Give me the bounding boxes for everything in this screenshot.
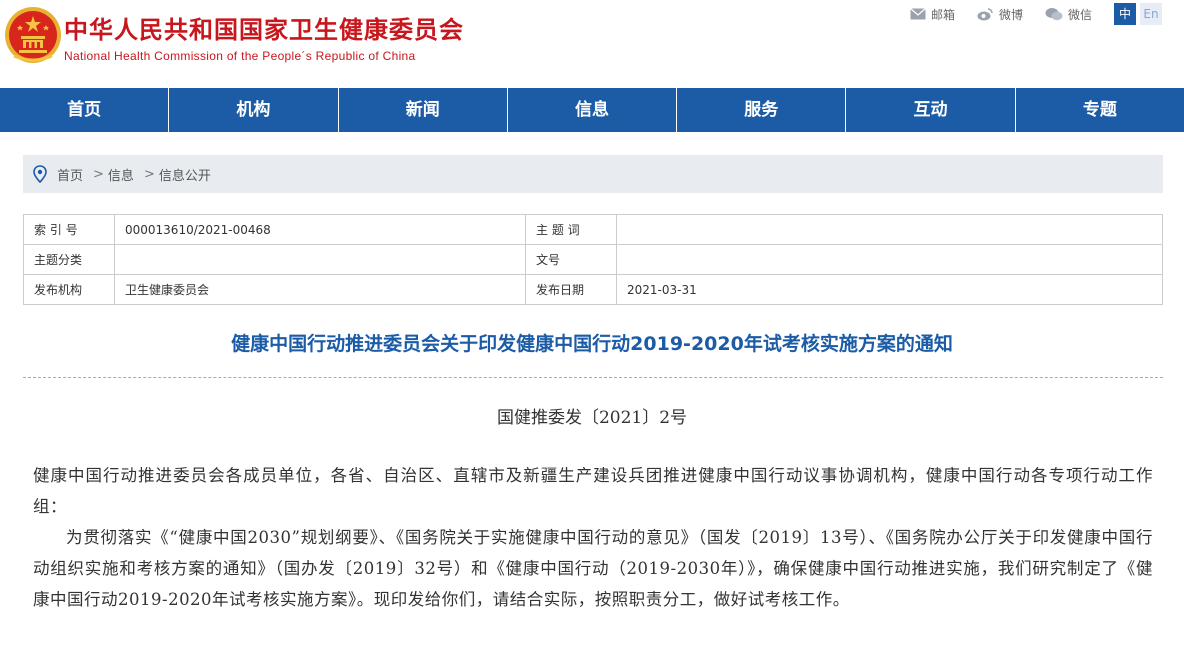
nav-item-interaction[interactable]: 互动 <box>846 88 1016 132</box>
nav-item-information[interactable]: 信息 <box>508 88 678 132</box>
breadcrumb-separator: > <box>143 166 155 182</box>
table-row: 主题分类 文号 <box>23 244 1163 275</box>
category-value <box>114 244 526 275</box>
weibo-icon <box>977 8 993 21</box>
index-label: 索 引 号 <box>23 214 115 245</box>
mail-label: 邮箱 <box>930 7 955 22</box>
wechat-icon <box>1045 8 1063 21</box>
doc-no-label: 文号 <box>525 244 617 275</box>
breadcrumb-disclosure[interactable]: 信息公开 <box>159 165 211 184</box>
lang-zh-button[interactable]: 中 <box>1114 3 1136 25</box>
nav-item-news[interactable]: 新闻 <box>339 88 508 132</box>
document-number: 国健推委发〔2021〕2号 <box>496 408 688 428</box>
nav-item-services[interactable]: 服务 <box>677 88 847 132</box>
table-row: 索 引 号 000013610/2021-00468 主 题 词 <box>23 214 1163 245</box>
wechat-label: 微信 <box>1067 7 1092 22</box>
date-label: 发布日期 <box>525 274 617 305</box>
weibo-link[interactable]: 微博 <box>977 6 1023 23</box>
nav-item-organization[interactable]: 机构 <box>169 88 339 132</box>
doc-no-value <box>616 244 1163 275</box>
document-title: 健康中国行动推进委员会关于印发健康中国行动2019-2020年试考核实施方案的通… <box>231 333 953 355</box>
index-value: 000013610/2021-00468 <box>114 214 526 245</box>
mail-link[interactable]: 邮箱 <box>910 6 955 23</box>
location-pin-icon <box>33 165 47 183</box>
mail-icon <box>910 8 926 20</box>
national-emblem-icon[interactable] <box>4 6 62 64</box>
issuer-value: 卫生健康委员会 <box>114 274 526 305</box>
document-meta-table: 索 引 号 000013610/2021-00468 主 题 词 主题分类 文号… <box>23 214 1163 305</box>
breadcrumb: 首页 > 信息 > 信息公开 <box>23 155 1163 193</box>
subject-word-label: 主 题 词 <box>525 214 617 245</box>
divider <box>23 377 1163 378</box>
category-label: 主题分类 <box>23 244 115 275</box>
site-title[interactable]: 中华人民共和国国家卫生健康委员会 <box>64 10 464 45</box>
weibo-label: 微博 <box>998 7 1023 22</box>
breadcrumb-information[interactable]: 信息 <box>108 165 134 184</box>
site-header: 中华人民共和国国家卫生健康委员会 National Health Commiss… <box>0 0 1184 88</box>
wechat-link[interactable]: 微信 <box>1045 6 1092 23</box>
table-row: 发布机构 卫生健康委员会 发布日期 2021-03-31 <box>23 274 1163 305</box>
lang-en-button[interactable]: En <box>1140 3 1162 25</box>
breadcrumb-home[interactable]: 首页 <box>57 165 83 184</box>
issuer-label: 发布机构 <box>23 274 115 305</box>
subject-word-value <box>616 214 1163 245</box>
body-paragraph: 健康中国行动推进委员会各成员单位，各省、自治区、直辖市及新疆生产建设兵团推进健康… <box>33 466 1153 516</box>
nav-item-home[interactable]: 首页 <box>0 88 170 132</box>
site-subtitle: National Health Commission of the People… <box>64 49 416 63</box>
document-body: 健康中国行动推进委员会各成员单位，各省、自治区、直辖市及新疆生产建设兵团推进健康… <box>33 460 1153 615</box>
body-paragraph: 为贯彻落实《“健康中国2030”规划纲要》、《国务院关于实施健康中国行动的意见》… <box>33 528 1153 609</box>
nav-item-topics[interactable]: 专题 <box>1016 88 1184 132</box>
breadcrumb-separator: > <box>93 166 104 182</box>
top-links: 邮箱 微博 微信 中 En <box>910 3 1162 25</box>
main-nav: 首页 机构 新闻 信息 服务 互动 专题 <box>0 88 1184 132</box>
date-value: 2021-03-31 <box>616 274 1163 305</box>
